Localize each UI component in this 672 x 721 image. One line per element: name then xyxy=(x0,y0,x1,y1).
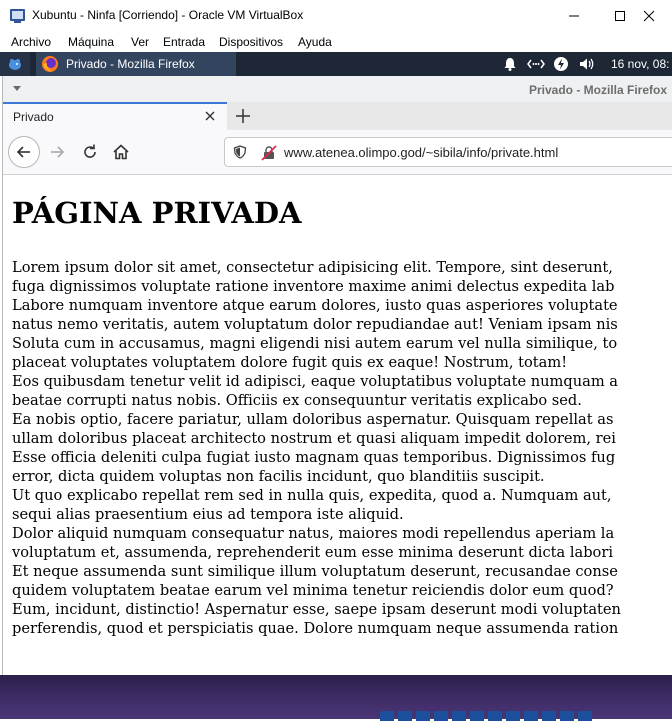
firefox-window-titlebar[interactable]: Privado - Mozilla Firefox xyxy=(3,76,672,103)
taskbar-item-firefox[interactable]: Privado - Mozilla Firefox xyxy=(36,52,236,76)
body-line: fuga dignissimos voluptate ratione inven… xyxy=(12,278,615,295)
page-body-text: Lorem ipsum dolor sit amet, consectetur … xyxy=(12,258,672,638)
firefox-icon xyxy=(42,56,58,72)
body-line: Ea nobis optio, facere pariatur, ullam d… xyxy=(12,411,614,428)
menu-ayuda[interactable]: Ayuda xyxy=(298,35,332,49)
url-text[interactable]: www.atenea.olimpo.god/~sibila/info/priva… xyxy=(284,145,558,160)
body-line: Et neque assumenda sunt similique illum … xyxy=(12,563,618,580)
address-bar[interactable]: www.atenea.olimpo.god/~sibila/info/priva… xyxy=(224,137,672,167)
desktop-wallpaper-logo xyxy=(380,711,595,721)
menu-maquina[interactable]: Máquina xyxy=(68,35,114,49)
virtualbox-app-icon xyxy=(10,9,25,23)
body-line: Eos quibusdam tenetur velit id adipisci,… xyxy=(12,373,618,390)
page-content: PÁGINA PRIVADA Lorem ipsum dolor sit ame… xyxy=(3,175,672,675)
xfce-panel: Privado - Mozilla Firefox 16 nov, 08: xyxy=(0,52,672,76)
menu-ver[interactable]: Ver xyxy=(131,35,149,49)
page-heading: PÁGINA PRIVADA xyxy=(12,196,302,230)
minimize-button[interactable] xyxy=(551,0,597,31)
body-line: Dolor aliquid numquam consequatur natus,… xyxy=(12,525,615,542)
body-line: voluptatum et, assumenda, reprehenderit … xyxy=(12,544,613,561)
panel-clock[interactable]: 16 nov, 08: xyxy=(611,57,670,71)
tracking-protection-shield-icon[interactable] xyxy=(233,145,247,159)
body-line: Soluta cum in accusamus, magni eligendi … xyxy=(12,335,618,352)
body-line: error, dicta quidem voluptas non facilis… xyxy=(12,468,545,485)
navigation-toolbar: www.atenea.olimpo.god/~sibila/info/priva… xyxy=(3,130,672,175)
body-line: sequi alias praesentium eius ad tempora … xyxy=(12,506,404,523)
virtualbox-titlebar: Xubuntu - Ninfa [Corriendo] - Oracle VM … xyxy=(0,0,672,31)
body-line: natus nemo veritatis, autem voluptatum d… xyxy=(12,316,618,333)
body-line: Lorem ipsum dolor sit amet, consectetur … xyxy=(12,259,613,276)
home-icon xyxy=(113,144,129,160)
body-line: placeat voluptates voluptatem dolore fug… xyxy=(12,354,568,371)
firefox-window-title: Privado - Mozilla Firefox xyxy=(528,83,667,97)
network-icon[interactable] xyxy=(527,56,545,72)
whisker-menu-button[interactable] xyxy=(0,52,30,76)
taskbar-item-label: Privado - Mozilla Firefox xyxy=(66,57,195,71)
body-line: quidem voluptatem beatae earum vel minim… xyxy=(12,582,614,599)
tab-privado[interactable]: Privado xyxy=(3,102,227,130)
body-line: ullam doloribus placeat architecto nostr… xyxy=(12,430,616,447)
forward-button[interactable] xyxy=(47,142,67,162)
virtualbox-menubar: Archivo Máquina Ver Entrada Dispositivos… xyxy=(0,31,672,52)
bell-icon[interactable] xyxy=(502,56,518,72)
volume-icon[interactable] xyxy=(578,56,596,72)
new-tab-icon[interactable] xyxy=(235,108,251,124)
body-line: Labore numquam inventore atque earum dol… xyxy=(12,297,618,314)
body-line: Ut quo explicabo repellat rem sed in nul… xyxy=(12,487,612,504)
menu-entrada[interactable]: Entrada xyxy=(163,35,205,49)
tab-close-icon[interactable] xyxy=(203,109,217,123)
body-line: Esse officia deleniti culpa fugiat iusto… xyxy=(12,449,616,466)
minimize-icon xyxy=(569,15,579,16)
desktop-background xyxy=(0,675,672,721)
xfce-mouse-icon xyxy=(9,59,21,70)
back-arrow-icon xyxy=(16,146,30,158)
tab-strip: Privado xyxy=(3,102,672,130)
close-icon xyxy=(643,10,655,21)
menu-dispositivos[interactable]: Dispositivos xyxy=(219,35,283,49)
back-button[interactable] xyxy=(8,136,40,168)
firefox-window: Privado - Mozilla Firefox Privado www.at… xyxy=(2,76,672,675)
body-line: beatae corrupti natus nobis. Officiis ex… xyxy=(12,392,582,409)
window-menu-icon[interactable] xyxy=(13,86,21,91)
reload-icon xyxy=(84,144,96,158)
insecure-lock-icon[interactable] xyxy=(261,145,277,161)
window-title: Xubuntu - Ninfa [Corriendo] - Oracle VM … xyxy=(32,8,304,22)
forward-arrow-icon xyxy=(51,146,65,158)
power-icon[interactable] xyxy=(553,56,569,72)
reload-button[interactable] xyxy=(80,142,100,162)
maximize-icon xyxy=(615,10,625,21)
tab-label: Privado xyxy=(13,110,54,124)
close-button[interactable] xyxy=(626,0,672,31)
body-line: Eum, incidunt, distinctio! Aspernatur es… xyxy=(12,601,621,618)
body-line: perferendis, quod et perspiciatis quae. … xyxy=(12,620,619,637)
menu-archivo[interactable]: Archivo xyxy=(11,35,51,49)
home-button[interactable] xyxy=(111,142,131,162)
